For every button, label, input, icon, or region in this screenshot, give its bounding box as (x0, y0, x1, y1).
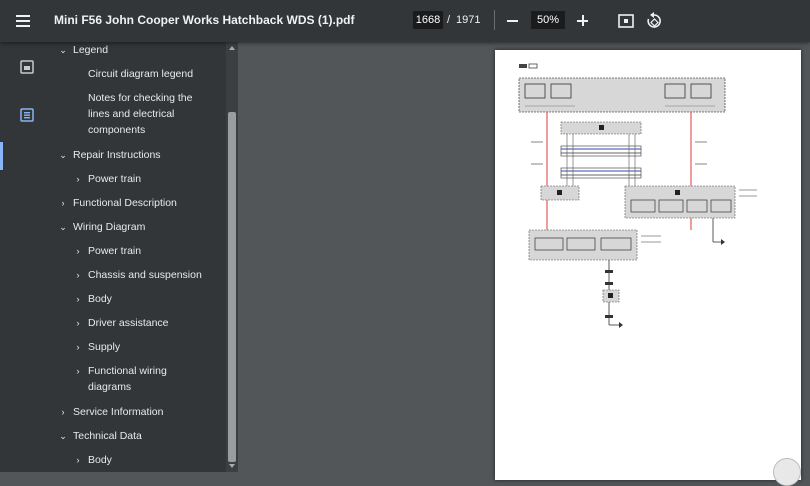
outline-item-technical-data[interactable]: ⌄ Technical Data (58, 428, 142, 444)
page-separator: / (447, 14, 451, 26)
zoom-out-icon[interactable] (503, 11, 523, 31)
outline-item-service-information[interactable]: › Service Information (58, 404, 164, 420)
chevron-right-icon: › (76, 174, 80, 184)
rail-active-indicator (0, 142, 3, 170)
zoom-level-input[interactable]: 50% (531, 11, 565, 29)
outline-item-wiring-power-train[interactable]: › Power train (73, 243, 142, 259)
toolbar-divider (494, 10, 495, 30)
outline-item-driver-assistance[interactable]: › Driver assistance (73, 315, 169, 331)
scroll-thumb[interactable] (228, 112, 236, 462)
outline-item-functional-description[interactable]: › Functional Description (58, 195, 177, 211)
outline-scrollbar[interactable] (226, 42, 238, 472)
chevron-right-icon: › (61, 198, 65, 208)
chevron-right-icon: › (61, 407, 65, 417)
chevron-down-icon: ⌄ (59, 431, 67, 441)
outline-item-circuit-diagram-legend[interactable]: Circuit diagram legend (88, 66, 193, 82)
chevron-right-icon: › (76, 246, 80, 256)
chevron-down-icon: ⌄ (59, 222, 67, 232)
pdf-page (495, 50, 801, 480)
document-viewer[interactable] (238, 42, 810, 486)
outline-item-notes-checking[interactable]: Notes for checking the lines and electri… (88, 90, 192, 138)
chevron-right-icon: › (76, 342, 80, 352)
outline-item-functional-wiring-diagrams[interactable]: › Functional wiring diagrams (73, 363, 167, 395)
chevron-right-icon: › (76, 455, 80, 465)
outline-item-repair-instructions[interactable]: ⌄ Repair Instructions (58, 147, 160, 163)
page-number-input[interactable]: 1668 (413, 11, 443, 29)
chevron-down-icon: ⌄ (59, 45, 67, 55)
thumbnail-icon[interactable] (18, 58, 36, 76)
fit-page-icon[interactable] (616, 11, 636, 31)
outline-item-chassis-suspension[interactable]: › Chassis and suspension (73, 267, 202, 283)
document-outline: ⌄ Legend Circuit diagram legend Notes fo… (54, 42, 226, 472)
page-total: 1971 (456, 14, 481, 26)
rotate-icon[interactable] (644, 11, 664, 31)
scroll-down-arrow[interactable] (229, 464, 235, 468)
chevron-right-icon: › (76, 270, 80, 280)
outline-item-supply[interactable]: › Supply (73, 339, 121, 355)
outline-item-technical-body[interactable]: › Body (73, 452, 112, 468)
pdf-toolbar: Mini F56 John Cooper Works Hatchback WDS… (0, 0, 810, 42)
outline-item-wiring-diagram[interactable]: ⌄ Wiring Diagram (58, 219, 145, 235)
outline-item-legend[interactable]: ⌄ Legend (58, 42, 108, 58)
page-corner-badge (773, 458, 801, 486)
chevron-down-icon: ⌄ (59, 150, 67, 160)
wiring-diagram-drawing (518, 63, 757, 328)
menu-icon[interactable] (14, 11, 34, 31)
outline-icon[interactable] (18, 106, 36, 124)
sidebar-rail (0, 42, 54, 472)
outline-item-power-train[interactable]: › Power train (73, 171, 142, 187)
zoom-in-icon[interactable] (573, 11, 593, 31)
chevron-right-icon: › (76, 294, 80, 304)
document-title: Mini F56 John Cooper Works Hatchback WDS… (54, 13, 355, 27)
chevron-right-icon: › (76, 366, 80, 376)
chevron-right-icon: › (76, 318, 80, 328)
outline-item-body[interactable]: › Body (73, 291, 112, 307)
scroll-up-arrow[interactable] (229, 46, 235, 50)
